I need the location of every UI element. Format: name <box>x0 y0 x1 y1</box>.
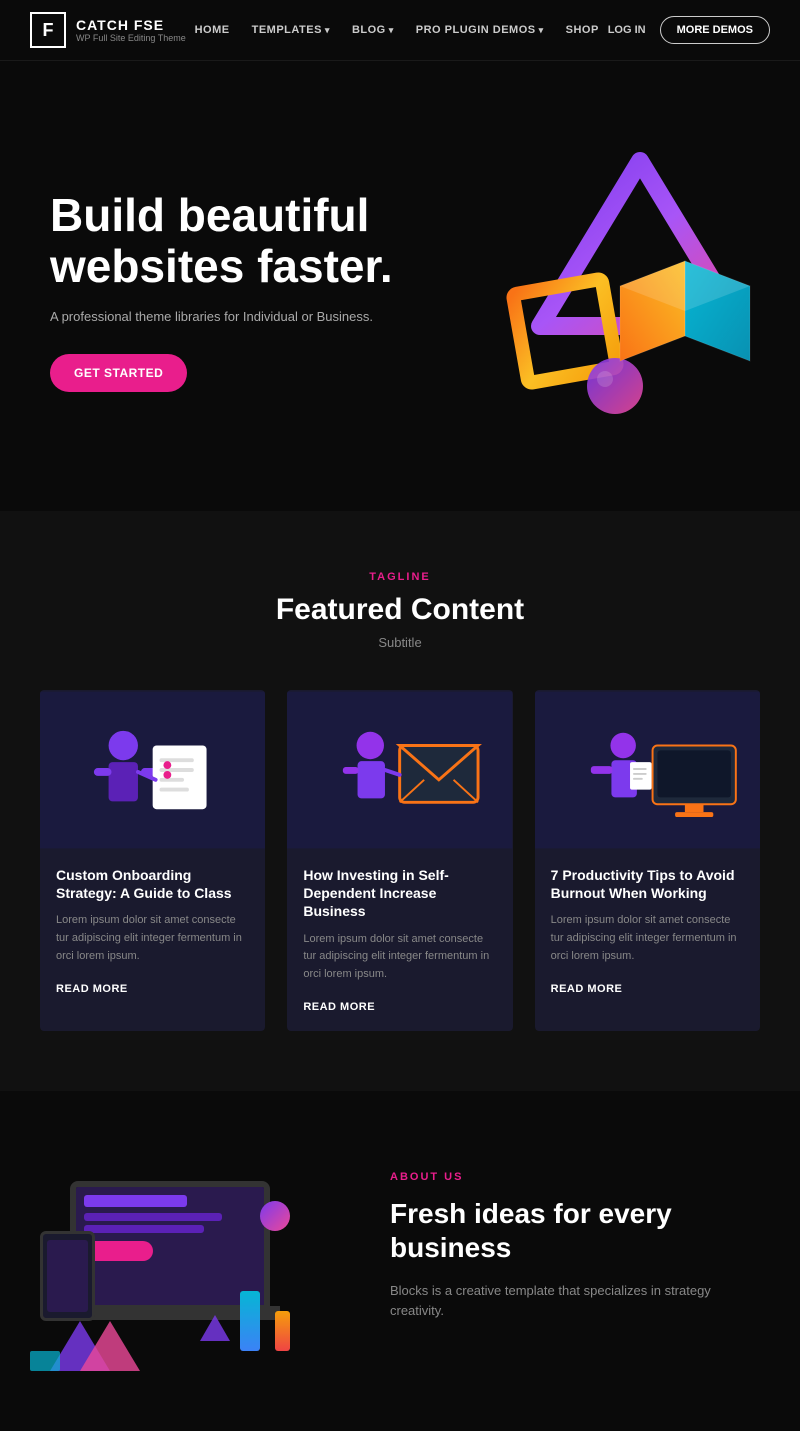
nav-pro-plugin[interactable]: PRO PLUGIN DEMOS ▾ <box>416 24 544 36</box>
section-title: Featured Content <box>40 593 760 627</box>
card-1: Custom Onboarding Strategy: A Guide to C… <box>40 690 265 1031</box>
chevron-down-icon: ▾ <box>325 25 330 36</box>
chevron-down-icon: ▾ <box>539 25 544 36</box>
hero-subtitle: A professional theme libraries for Indiv… <box>50 309 430 324</box>
about-label: ABOUT US <box>390 1171 760 1183</box>
card-2-title: How Investing in Self-Dependent Increase… <box>303 866 496 921</box>
hero-title: Build beautiful websites faster. <box>50 190 430 291</box>
site-header: F CATCH FSE WP Full Site Editing Theme H… <box>0 0 800 61</box>
chevron-down-icon: ▾ <box>389 25 394 36</box>
device-mockup <box>40 1151 320 1371</box>
card-3: 7 Productivity Tips to Avoid Burnout Whe… <box>535 690 760 1031</box>
logo-icon: F <box>30 12 66 48</box>
get-started-button[interactable]: GET STARTED <box>50 354 187 392</box>
card-2-read-more[interactable]: READ MORE <box>303 1001 375 1013</box>
logo-area: F CATCH FSE WP Full Site Editing Theme <box>30 12 186 48</box>
card-1-image <box>40 690 265 850</box>
section-subtitle: Subtitle <box>40 635 760 650</box>
card-2-text: Lorem ipsum dolor sit amet consecte tur … <box>303 931 496 984</box>
featured-section: TAGLINE Featured Content Subtitle <box>0 511 800 1091</box>
cards-grid: Custom Onboarding Strategy: A Guide to C… <box>40 690 760 1031</box>
card-3-body: 7 Productivity Tips to Avoid Burnout Whe… <box>535 850 760 1013</box>
card-1-title: Custom Onboarding Strategy: A Guide to C… <box>56 866 249 902</box>
nav-templates[interactable]: TEMPLATES ▾ <box>252 24 330 36</box>
about-section: ABOUT US Fresh ideas for every business … <box>0 1091 800 1431</box>
3d-shapes <box>430 131 770 451</box>
about-sphere-shape <box>260 1201 290 1231</box>
about-bar-shape-1 <box>240 1291 260 1351</box>
card-1-read-more[interactable]: READ MORE <box>56 983 128 995</box>
hero-illustration <box>430 131 770 451</box>
about-content: ABOUT US Fresh ideas for every business … <box>390 1151 760 1322</box>
card-2-body: How Investing in Self-Dependent Increase… <box>287 850 512 1031</box>
more-demos-button[interactable]: MORE DEMOS <box>660 16 770 44</box>
nav-blog[interactable]: BLOG ▾ <box>352 24 394 36</box>
main-nav: HOME TEMPLATES ▾ BLOG ▾ PRO PLUGIN DEMOS… <box>195 24 599 36</box>
card-1-body: Custom Onboarding Strategy: A Guide to C… <box>40 850 265 1013</box>
logo-text: CATCH FSE WP Full Site Editing Theme <box>76 17 186 43</box>
card-3-title: 7 Productivity Tips to Avoid Burnout Whe… <box>551 866 744 902</box>
hero-section: Build beautiful websites faster. A profe… <box>0 61 800 511</box>
laptop-screen-content <box>76 1187 264 1305</box>
about-illustration <box>40 1151 340 1371</box>
card-3-read-more[interactable]: READ MORE <box>551 983 623 995</box>
about-title: Fresh ideas for every business <box>390 1197 760 1264</box>
login-link[interactable]: LOG IN <box>608 24 646 36</box>
header-actions: LOG IN MORE DEMOS <box>608 16 770 44</box>
nav-home[interactable]: HOME <box>195 24 230 36</box>
card-3-text: Lorem ipsum dolor sit amet consecte tur … <box>551 912 744 965</box>
hero-content: Build beautiful websites faster. A profe… <box>50 190 430 392</box>
about-triangle-shape <box>200 1315 230 1341</box>
section-tagline: TAGLINE <box>40 571 760 583</box>
card-2-image <box>287 690 512 850</box>
about-bar-shape-2 <box>275 1311 290 1351</box>
about-text: Blocks is a creative template that speci… <box>390 1281 760 1323</box>
card-2: How Investing in Self-Dependent Increase… <box>287 690 512 1031</box>
nav-shop[interactable]: SHOP <box>566 24 599 36</box>
card-3-image <box>535 690 760 850</box>
card-1-text: Lorem ipsum dolor sit amet consecte tur … <box>56 912 249 965</box>
